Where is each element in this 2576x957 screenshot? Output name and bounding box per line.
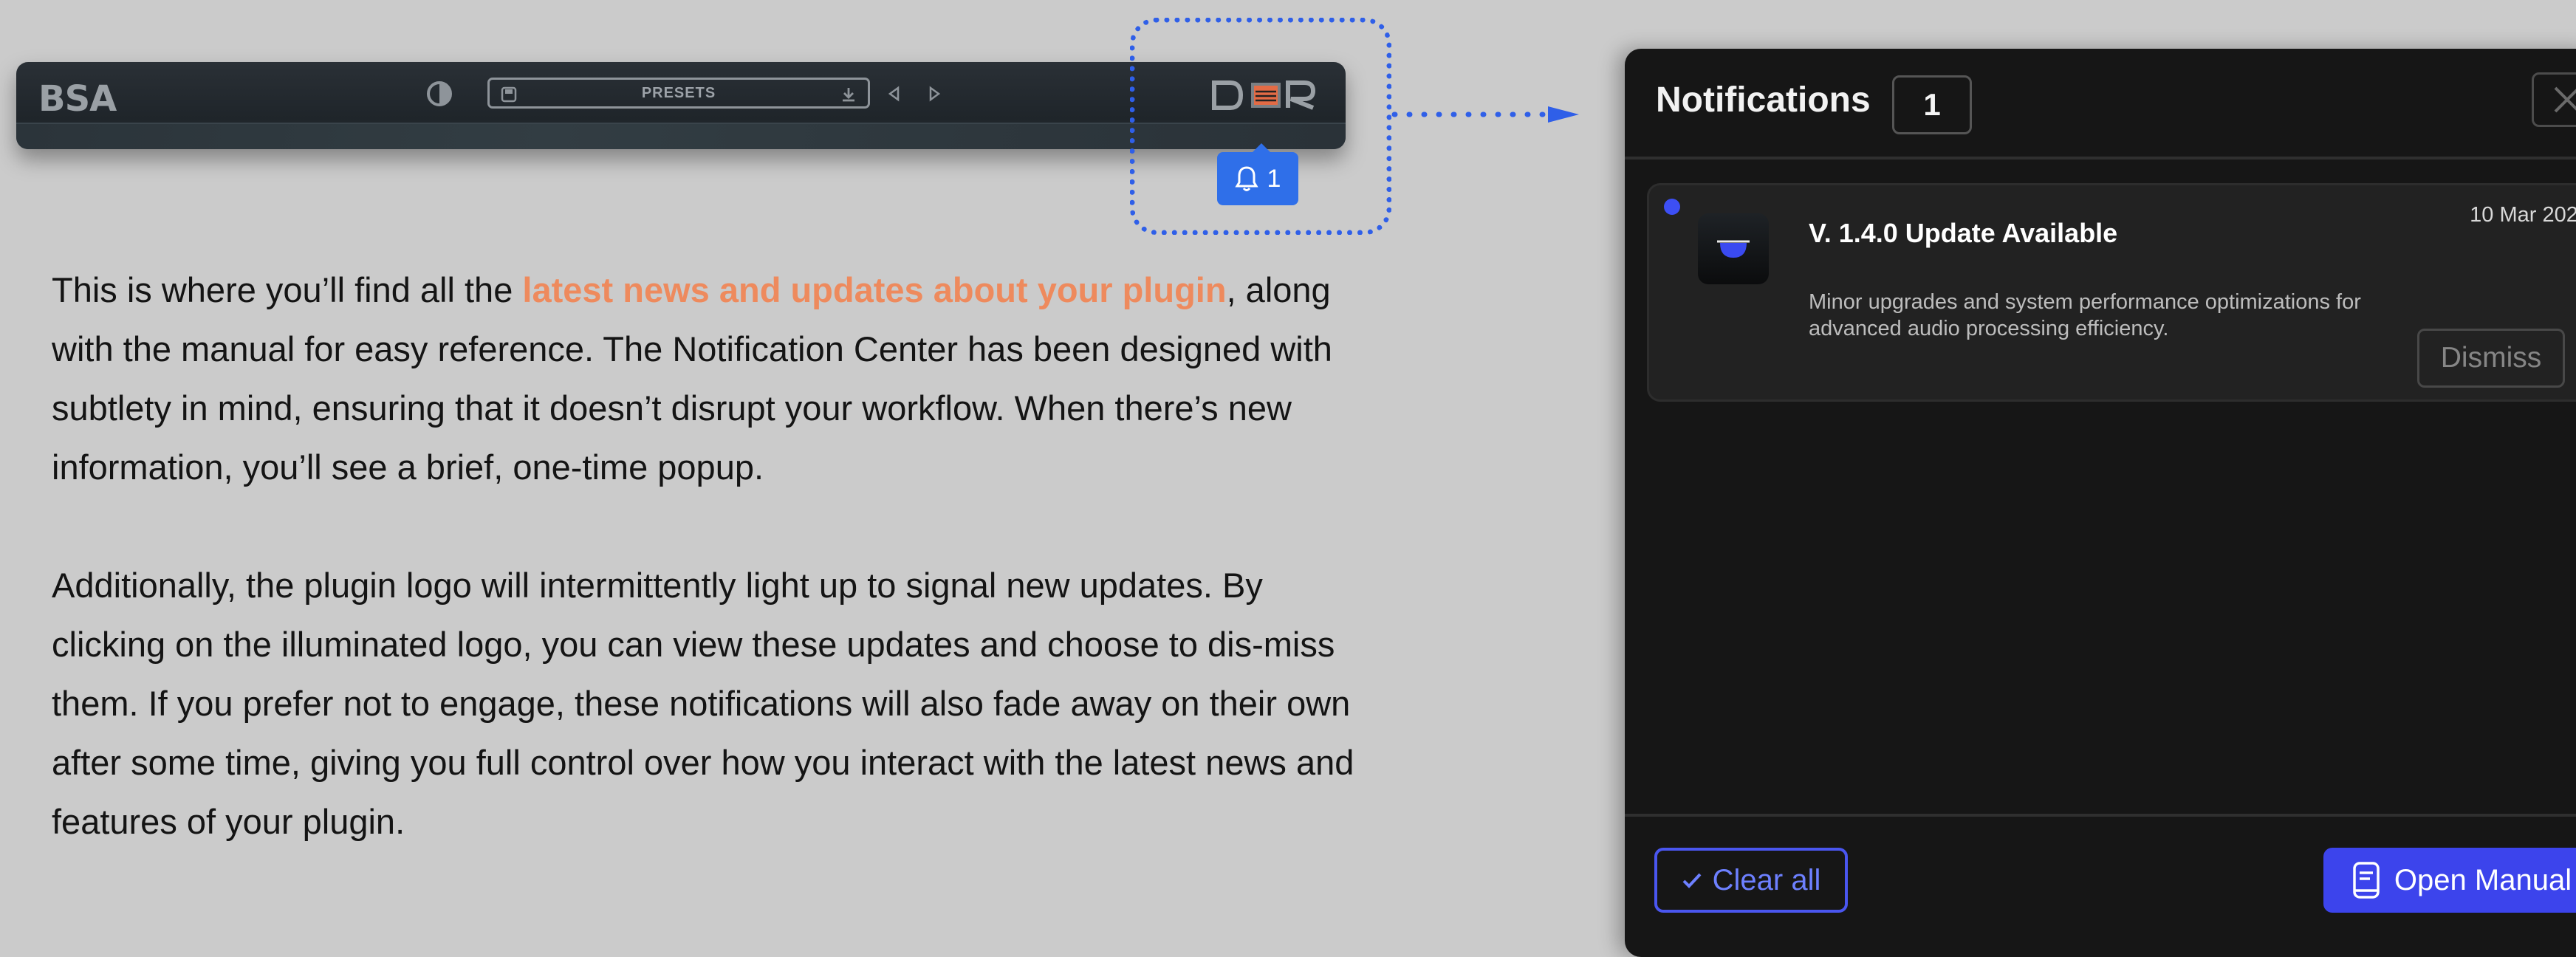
notification-date: 10 Mar 2024 [2470,203,2576,227]
highlighted-phrase: latest news and updates about your plugi… [522,270,1227,309]
dismiss-button[interactable]: Dismiss [2417,329,2565,388]
save-icon[interactable] [500,86,518,103]
open-manual-label: Open Manual [2394,863,2572,896]
close-icon [2554,86,2576,113]
clear-all-label: Clear all [1712,863,1821,896]
brand-logo-text: BSA [38,78,117,120]
arrow-right-icon[interactable] [926,86,942,102]
contrast-icon[interactable] [425,79,454,109]
description-paragraph-1: This is where you’ll find all the latest… [52,261,1366,497]
panel-header: Notifications 1 [1625,49,2576,160]
open-manual-button[interactable]: Open Manual [2323,848,2576,913]
panel-title: Notifications [1656,80,1871,120]
clear-all-button[interactable]: Clear all [1654,848,1848,913]
badge-count: 1 [1267,164,1281,193]
plugin-app-icon [1698,213,1769,284]
notifications-panel: Notifications 1 V. 1.4.0 Update Availabl… [1625,49,2576,957]
notification-card[interactable]: V. 1.4.0 Update Available 10 Mar 2024 Mi… [1647,183,2576,402]
pointer-arrow [1391,106,1579,123]
notification-badge[interactable]: 1 [1217,143,1298,205]
description-paragraph-2: Additionally, the plugin logo will inter… [52,566,1354,841]
unread-indicator [1664,199,1680,215]
bell-icon [1234,166,1258,191]
brand-logo: BSA [38,77,117,121]
description-text: This is where you’ll find all the [52,270,523,309]
notification-title: V. 1.4.0 Update Available [1809,218,2118,248]
notification-body: Minor upgrades and system performance op… [1809,290,2361,340]
notification-count: 1 [1892,75,1972,134]
manual-icon [2353,862,2380,899]
arrow-left-icon[interactable] [886,86,902,102]
presets-label: PRESETS [641,84,716,101]
presets-selector[interactable]: PRESETS [487,78,870,109]
close-button[interactable] [2532,72,2576,127]
check-icon [1682,873,1702,888]
download-icon[interactable] [840,86,857,103]
